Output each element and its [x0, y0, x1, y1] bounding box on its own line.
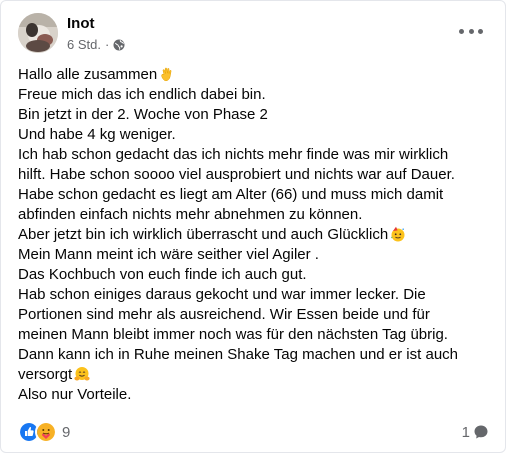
comments-summary[interactable]: 1: [462, 424, 489, 441]
reaction-count: 9: [62, 423, 71, 441]
post-line: Freue mich das ich endlich dabei bin.: [18, 86, 266, 103]
post-footer: 9 1: [18, 421, 489, 443]
post-card: Inot 6 Std. · Hallo alle zusammen Freue …: [0, 0, 506, 453]
post-line: Also nur Vorteile.: [18, 386, 132, 403]
more-dot: [459, 28, 464, 34]
post-line: Dann kann ich in Ruhe meinen Shake Tag m…: [18, 346, 459, 363]
partying-face-emoji: [391, 226, 405, 242]
post-line-text: versorgt: [18, 366, 73, 383]
post-line: Aber jetzt bin ich wirklich überrascht u…: [18, 225, 496, 245]
post-line-text: Hallo alle zusammen: [18, 66, 158, 83]
author-avatar[interactable]: [18, 13, 58, 53]
post-line: Habe schon gedacht es liegt am Alter (66…: [18, 186, 444, 203]
more-dot: [478, 28, 483, 34]
reactions-summary[interactable]: 9: [18, 421, 70, 443]
post-line: Hallo alle zusammen: [18, 65, 496, 85]
post-line: Ich hab schon gedacht das ich nichts meh…: [18, 146, 449, 163]
waving-hand-emoji: [161, 67, 172, 82]
post-line: Das Kochbuch von euch finde ich auch gut…: [18, 266, 307, 283]
comment-bubble-icon: [474, 425, 488, 439]
post-line: abfinden einfach nichts mehr abnehmen zu…: [18, 206, 363, 223]
globe-icon[interactable]: [113, 39, 125, 51]
meta-separator: ·: [104, 37, 110, 52]
post-line: Hab schon einiges daraus gekocht und war…: [18, 286, 426, 303]
post-line: Portionen sind mehr als ausreichend. Wir…: [18, 306, 430, 323]
hugging-face-emoji: [74, 367, 90, 381]
post-body: Hallo alle zusammen Freue mich das ich e…: [18, 65, 496, 405]
post-line: Und habe 4 kg weniger.: [18, 126, 176, 143]
post-line: Bin jetzt in der 2. Woche von Phase 2: [18, 106, 268, 123]
care-icon: [35, 421, 57, 443]
more-options-icon[interactable]: [459, 25, 483, 37]
post-line: versorgt: [18, 365, 496, 385]
post-line: meinen Mann bleibt immer noch was für de…: [18, 326, 448, 343]
post-meta: 6 Std. ·: [67, 37, 125, 53]
author-name[interactable]: Inot: [67, 15, 95, 33]
comment-count: 1: [461, 423, 470, 441]
post-line-text: Aber jetzt bin ich wirklich überrascht u…: [18, 226, 389, 243]
post-line: Mein Mann meint ich wäre seither viel Ag…: [18, 246, 319, 263]
post-timestamp[interactable]: 6 Std.: [67, 37, 101, 53]
avatar-image: [18, 13, 58, 53]
post-line: hilft. Habe schon soooo viel ausprobiert…: [18, 166, 455, 183]
more-dot: [468, 28, 474, 34]
